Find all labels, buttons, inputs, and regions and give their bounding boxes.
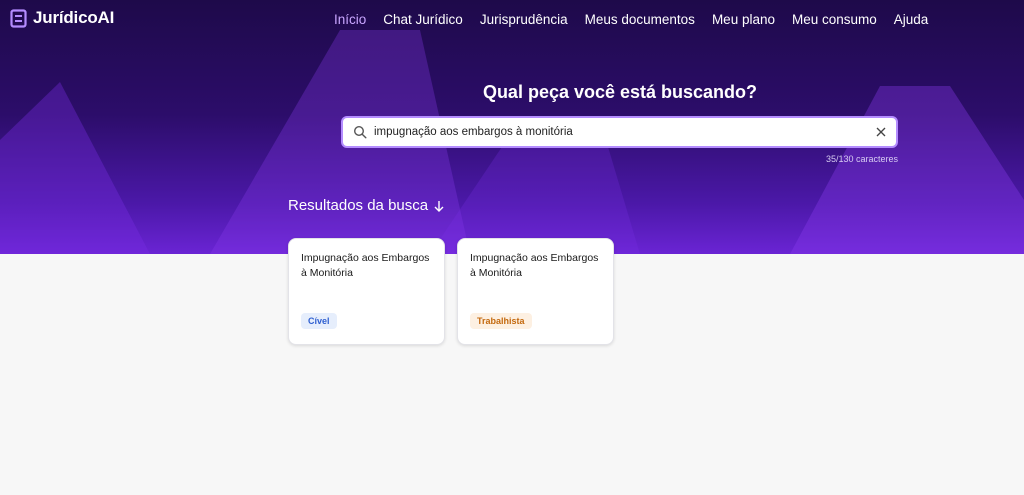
brand-logo[interactable]: JurídicoAI	[10, 8, 114, 28]
result-card[interactable]: Impugnação aos Embargos à Monitória Cíve…	[288, 238, 445, 345]
nav-item-meu-plano[interactable]: Meu plano	[712, 12, 775, 27]
logo-icon	[10, 8, 27, 28]
char-counter: 35/130 caracteres	[825, 154, 898, 164]
arrow-down-icon	[434, 200, 444, 212]
result-card-title: Impugnação aos Embargos à Monitória	[301, 252, 430, 279]
brand-name: JurídicoAI	[33, 8, 115, 27]
result-card[interactable]: Impugnação aos Embargos à Monitória Trab…	[457, 238, 614, 345]
nav-item-meu-consumo[interactable]: Meu consumo	[792, 12, 877, 27]
top-nav: Início Chat Jurídico Jurisprudência Meus…	[334, 12, 945, 27]
nav-item-ajuda[interactable]: Ajuda	[894, 12, 929, 27]
nav-item-chat-juridico[interactable]: Chat Jurídico	[383, 12, 463, 27]
close-icon[interactable]	[876, 127, 886, 137]
nav-item-inicio[interactable]: Início	[334, 12, 366, 27]
search-icon	[353, 125, 367, 139]
search-box[interactable]	[341, 116, 898, 148]
search-headline: Qual peça você está buscando?	[482, 82, 758, 102]
nav-item-meus-documentos[interactable]: Meus documentos	[585, 12, 695, 27]
nav-item-jurisprudencia[interactable]: Jurisprudência	[480, 12, 568, 27]
area-badge: Cível	[301, 313, 337, 329]
results-heading: Resultados da busca	[288, 197, 445, 214]
results-heading-label: Resultados da busca	[288, 197, 429, 214]
result-card-title: Impugnação aos Embargos à Monitória	[470, 252, 599, 279]
search-input[interactable]	[374, 126, 868, 138]
hero-banner: JurídicoAI Início Chat Jurídico Jurispru…	[0, 0, 1024, 254]
area-badge: Trabalhista	[470, 313, 532, 329]
